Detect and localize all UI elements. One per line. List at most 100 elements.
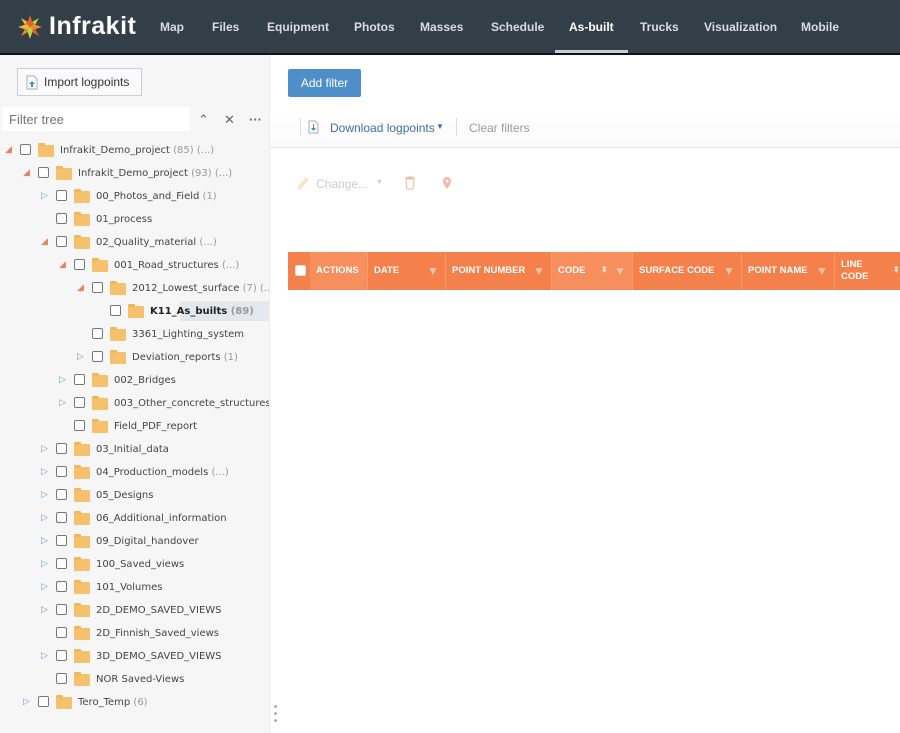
collapsed-arrow-icon[interactable]: ▷ (41, 467, 51, 477)
tree-checkbox[interactable] (110, 305, 121, 316)
collapsed-arrow-icon[interactable]: ▷ (23, 697, 33, 707)
collapsed-arrow-icon[interactable]: ▷ (41, 513, 51, 523)
tree-checkbox[interactable] (56, 236, 67, 247)
tree-checkbox[interactable] (74, 397, 85, 408)
map-pin-icon[interactable] (442, 177, 452, 190)
add-filter-button[interactable]: Add filter (288, 69, 361, 97)
tree-checkbox[interactable] (38, 167, 49, 178)
tree-checkbox[interactable] (56, 673, 67, 684)
trash-icon[interactable] (404, 176, 416, 190)
tree-item[interactable]: ◢ 001_Road_structures (...) (0, 255, 269, 275)
sort-icon[interactable]: ⬍ (601, 264, 608, 276)
nav-tab-visualization[interactable]: Visualization (704, 0, 777, 53)
nav-tab-trucks[interactable]: Trucks (640, 0, 679, 53)
nav-tab-masses[interactable]: Masses (420, 0, 463, 53)
expanded-arrow-icon[interactable]: ◢ (5, 145, 15, 155)
expanded-arrow-icon[interactable]: ◢ (59, 260, 69, 270)
tree-item[interactable]: 2D_Finnish_Saved_views (0, 623, 269, 643)
tree-checkbox[interactable] (56, 581, 67, 592)
tree-checkbox[interactable] (92, 328, 103, 339)
tree-item[interactable]: K11_As_builts (89) (110, 301, 269, 321)
nav-tab-files[interactable]: Files (212, 0, 239, 53)
filter-funnel-icon[interactable]: ▼ (723, 265, 735, 277)
tree-item[interactable]: ▷ 3D_DEMO_SAVED_VIEWS (0, 646, 269, 666)
tree-checkbox[interactable] (56, 512, 67, 523)
nav-tab-map[interactable]: Map (160, 0, 184, 53)
filter-funnel-icon[interactable]: ▼ (614, 265, 626, 277)
expanded-arrow-icon[interactable]: ◢ (41, 237, 51, 247)
tree-item[interactable]: ▷ Deviation_reports (1) (0, 347, 269, 367)
nav-tab-photos[interactable]: Photos (354, 0, 395, 53)
tree-item[interactable]: ▷ 00_Photos_and_Field (1) (0, 186, 269, 206)
tree-item[interactable]: ▷ 04_Production_models (...) (0, 462, 269, 482)
sort-icon[interactable]: ⬍ (893, 264, 900, 276)
tree-checkbox[interactable] (56, 535, 67, 546)
tree-checkbox[interactable] (56, 627, 67, 638)
collapsed-arrow-icon[interactable]: ▷ (41, 191, 51, 201)
download-logpoints-button[interactable]: Download logpoints (330, 121, 435, 135)
clear-filters-button[interactable]: Clear filters (469, 121, 530, 135)
tree-item[interactable]: ◢ 02_Quality_material (...) (0, 232, 269, 252)
tree-checkbox[interactable] (74, 420, 85, 431)
collapsed-arrow-icon[interactable]: ▷ (59, 398, 69, 408)
expand-all-icon[interactable]: ⌃ (198, 112, 209, 128)
tree-item[interactable]: NOR Saved-Views (0, 669, 269, 689)
tree-checkbox[interactable] (56, 466, 67, 477)
tree-item[interactable]: ▷ 101_Volumes (0, 577, 269, 597)
collapsed-arrow-icon[interactable]: ▷ (41, 582, 51, 592)
filter-funnel-icon[interactable]: ▼ (533, 265, 545, 277)
tree-checkbox[interactable] (38, 696, 49, 707)
nav-tab-asbuilt[interactable]: As-built (555, 0, 628, 53)
tree-checkbox[interactable] (56, 558, 67, 569)
collapsed-arrow-icon[interactable]: ▷ (41, 651, 51, 661)
collapsed-arrow-icon[interactable]: ▷ (41, 536, 51, 546)
tree-item[interactable]: Field_PDF_report (0, 416, 269, 436)
dropdown-caret-icon[interactable]: ▼ (436, 122, 444, 131)
tree-checkbox[interactable] (56, 190, 67, 201)
filter-tree-input[interactable] (2, 107, 190, 131)
tree-item[interactable]: ▷ Tero_Temp (6) (0, 692, 269, 712)
column-header[interactable]: CODE ⬍ ▼ (552, 252, 633, 290)
tree-checkbox[interactable] (74, 374, 85, 385)
tree-item[interactable]: 3361_Lighting_system (0, 324, 269, 344)
collapsed-arrow-icon[interactable]: ▷ (41, 605, 51, 615)
collapsed-arrow-icon[interactable]: ▷ (59, 375, 69, 385)
nav-tab-mobile[interactable]: Mobile (801, 0, 839, 53)
column-header[interactable]: DATE ▼ (368, 252, 446, 290)
tree-item[interactable]: ▷ 03_Initial_data (0, 439, 269, 459)
import-logpoints-button[interactable]: Import logpoints (17, 68, 142, 96)
tree-item[interactable]: ▷ 05_Designs (0, 485, 269, 505)
resize-handle[interactable] (274, 703, 277, 725)
tree-item[interactable]: ▷ 09_Digital_handover (0, 531, 269, 551)
nav-tab-equipment[interactable]: Equipment (267, 0, 329, 53)
tree-checkbox[interactable] (56, 650, 67, 661)
tree-checkbox[interactable] (92, 282, 103, 293)
collapsed-arrow-icon[interactable]: ▷ (41, 444, 51, 454)
expanded-arrow-icon[interactable]: ◢ (77, 283, 87, 293)
expanded-arrow-icon[interactable]: ◢ (23, 168, 33, 178)
nav-tab-schedule[interactable]: Schedule (491, 0, 544, 53)
column-header[interactable]: ACTIONS (310, 252, 368, 290)
change-dropdown[interactable]: Change... (316, 177, 368, 191)
tree-checkbox[interactable] (56, 604, 67, 615)
tree-item[interactable]: ◢ Infrakit_Demo_project (85) (...) (0, 140, 269, 160)
tree-item[interactable]: ◢ Infrakit_Demo_project (93) (...) (0, 163, 269, 183)
more-options-icon[interactable]: ··· (249, 112, 262, 127)
collapsed-arrow-icon[interactable]: ▷ (41, 490, 51, 500)
column-header[interactable]: POINT NAME ▼ (742, 252, 835, 290)
collapse-all-icon[interactable]: ✕ (224, 112, 235, 128)
tree-item[interactable]: ▷ 2D_DEMO_SAVED_VIEWS (0, 600, 269, 620)
column-header[interactable]: LINE CODE ⬍ (835, 252, 900, 290)
tree-item[interactable]: ▷ 100_Saved_views (0, 554, 269, 574)
tree-checkbox[interactable] (56, 213, 67, 224)
tree-checkbox[interactable] (20, 144, 31, 155)
tree-checkbox[interactable] (56, 443, 67, 454)
select-all-checkbox[interactable] (295, 265, 306, 276)
tree-item[interactable]: ▷ 06_Additional_information (0, 508, 269, 528)
tree-item[interactable]: 01_process (0, 209, 269, 229)
collapsed-arrow-icon[interactable]: ▷ (77, 352, 87, 362)
tree-checkbox[interactable] (74, 259, 85, 270)
collapsed-arrow-icon[interactable]: ▷ (41, 559, 51, 569)
filter-funnel-icon[interactable]: ▼ (816, 265, 828, 277)
tree-item[interactable]: ▷ 002_Bridges (0, 370, 269, 390)
